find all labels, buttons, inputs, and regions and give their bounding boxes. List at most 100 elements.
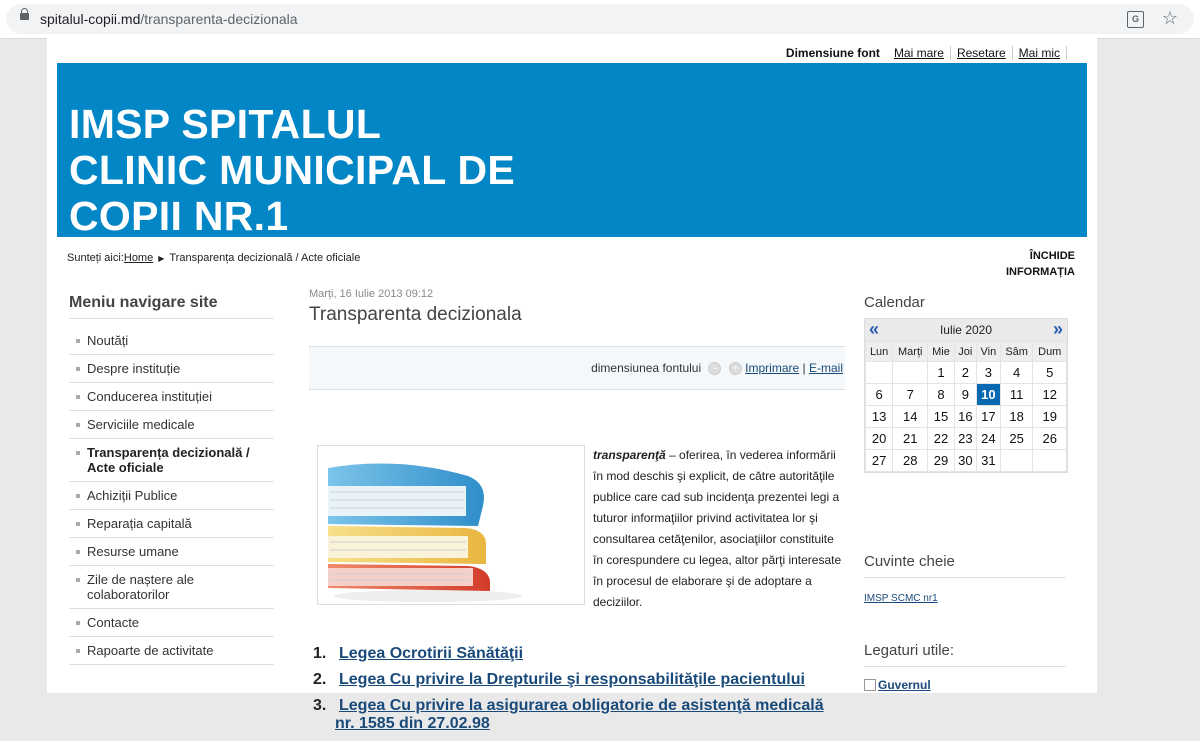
calendar-day[interactable]: 19 <box>1032 405 1067 428</box>
calendar-day[interactable]: 16 <box>953 405 977 428</box>
calendar-day[interactable]: 9 <box>953 383 977 406</box>
link-guvernul[interactable]: Guvernul <box>878 678 931 692</box>
article-image <box>317 445 585 605</box>
nav-item-despre[interactable]: Despre instituție <box>69 355 274 383</box>
close-info-button[interactable]: ÎNCHIDE INFORMAȚIA <box>985 248 1075 280</box>
nav-item-noutati[interactable]: Noutăți <box>69 327 274 355</box>
article-date: Marți, 16 Iulie 2013 09:12 <box>309 288 434 300</box>
calendar-grid: Lun Marți Mie Joi Vin Sâm Dum 1 2 3 4 5 6 7 8 9 10 11 12 1… <box>864 341 1067 472</box>
calendar-weekday: Mie <box>927 341 955 362</box>
nav-item-zile-nastere[interactable]: Zile de naștere ale colaboratorilor <box>69 566 274 609</box>
calendar-day[interactable]: 18 <box>999 405 1034 428</box>
calendar-day[interactable]: 10 <box>975 383 1001 406</box>
font-reset-link[interactable]: Resetare <box>950 46 1013 60</box>
font-bigger-link[interactable]: Mai mare <box>887 46 951 60</box>
calendar-weekday: Joi <box>953 341 977 362</box>
article-paragraph: transparenţă – oferirea, în vederea info… <box>593 448 842 609</box>
calendar-day[interactable]: 24 <box>975 427 1001 450</box>
calendar-empty-cell <box>1032 449 1067 472</box>
calendar-day[interactable]: 30 <box>953 449 977 472</box>
address-bar[interactable]: spitalul-copii.md/transparenta-deciziona… <box>6 4 1194 34</box>
right-sidebar: Calendar « Iulie 2020 » Lun Marți Mie Joi Vi… <box>864 294 1068 694</box>
calendar-day[interactable]: 17 <box>975 405 1001 428</box>
nav-menu-title: Meniu navigare site <box>69 294 274 319</box>
laws-list: 1. Legea Ocrotirii Sănătăţii 2. Legea Cu p… <box>313 645 853 741</box>
nav-item-achizitii[interactable]: Achiziții Publice <box>69 482 274 510</box>
url-text[interactable]: spitalul-copii.md/transparenta-deciziona… <box>40 11 298 27</box>
calendar-day[interactable]: 5 <box>1032 361 1067 384</box>
nav-item-transparenta[interactable]: Transparența decizională / Acte oficiale <box>69 439 274 482</box>
font-smaller-link[interactable]: Mai mic <box>1012 46 1067 60</box>
law-link-3-continued[interactable]: nr. 1585 din 27.02.98 <box>335 715 490 732</box>
broken-image-icon <box>864 678 876 691</box>
calendar-day[interactable]: 15 <box>927 405 955 428</box>
calendar-day[interactable]: 7 <box>892 383 929 406</box>
page: Dimensiune font Mai mare Resetare Mai mic I… <box>47 38 1097 732</box>
breadcrumb: Sunteți aici:Home ▶ Transparența deciziona… <box>67 252 361 264</box>
calendar-title: Calendar <box>864 294 925 311</box>
calendar-day[interactable]: 21 <box>892 427 929 450</box>
calendar-day[interactable]: 6 <box>864 383 894 406</box>
email-link[interactable]: E-mail <box>809 361 843 375</box>
calendar-day[interactable]: 4 <box>999 361 1034 384</box>
useful-links-title: Legaturi utile: <box>864 642 1066 667</box>
calendar-prev-icon[interactable]: « <box>869 319 879 339</box>
calendar-day[interactable]: 1 <box>927 361 955 384</box>
site-title: IMSP SPITALUL CLINIC MUNICIPAL DE COPII NR… <box>69 101 516 239</box>
calendar-next-icon[interactable]: » <box>1053 319 1063 339</box>
breadcrumb-current: Transparența decizională / Acte oficiale <box>169 252 361 264</box>
print-link[interactable]: Imprimare <box>745 361 799 375</box>
calendar-day[interactable]: 8 <box>927 383 955 406</box>
law-link-1[interactable]: Legea Ocrotirii Sănătăţii <box>339 645 523 662</box>
article-title: Transparenta decizionala <box>309 304 522 325</box>
calendar-header: « Iulie 2020 » <box>865 319 1067 341</box>
calendar-day[interactable]: 13 <box>864 405 894 428</box>
calendar-day[interactable]: 29 <box>927 449 955 472</box>
calendar-day[interactable]: 20 <box>864 427 894 450</box>
calendar-day[interactable]: 31 <box>975 449 1001 472</box>
calendar-day[interactable]: 3 <box>975 361 1001 384</box>
nav-item-servicii[interactable]: Serviciile medicale <box>69 411 274 439</box>
calendar-day[interactable]: 23 <box>953 427 977 450</box>
calendar-day[interactable]: 12 <box>1032 383 1067 406</box>
font-size-label: Dimensiune font <box>785 46 880 60</box>
useful-links: Legaturi utile: Guvernul <box>864 642 1066 694</box>
font-increase-icon[interactable]: + <box>728 362 742 376</box>
folders-stack-icon <box>328 463 523 602</box>
keyword-link[interactable]: IMSP SCMC nr1 <box>864 593 938 604</box>
calendar-month: Iulie 2020 <box>939 323 993 337</box>
font-size-bar: Dimensiune font Mai mare Resetare Mai mic <box>786 46 1067 60</box>
calendar-day[interactable]: 27 <box>864 449 894 472</box>
translate-icon[interactable]: G <box>1127 11 1144 28</box>
calendar-day[interactable]: 28 <box>892 449 929 472</box>
calendar-day[interactable]: 14 <box>892 405 929 428</box>
nav-item-reparatia[interactable]: Reparația capitală <box>69 510 274 538</box>
breadcrumb-arrow-icon: ▶ <box>158 254 165 263</box>
law-link-2[interactable]: Legea Cu privire la Drepturile şi respon… <box>339 671 805 688</box>
calendar-day[interactable]: 2 <box>953 361 977 384</box>
nav-item-resurse[interactable]: Resurse umane <box>69 538 274 566</box>
font-decrease-icon[interactable]: − <box>708 362 722 376</box>
calendar-empty-cell <box>892 361 929 384</box>
nav-menu: Meniu navigare site Noutăți Despre insti… <box>69 294 274 665</box>
calendar-weekday: Sâm <box>999 341 1034 362</box>
calendar-weekday: Lun <box>864 341 894 362</box>
nav-item-conducerea[interactable]: Conducerea instituției <box>69 383 274 411</box>
article: Marți, 16 Iulie 2013 09:12 Transparenta … <box>309 288 845 732</box>
nav-item-rapoarte[interactable]: Rapoarte de activitate <box>69 637 274 665</box>
breadcrumb-home-link[interactable]: Home <box>124 252 153 264</box>
calendar: « Iulie 2020 » Lun Marți Mie Joi Vin Sâm Dum 1… <box>864 318 1068 473</box>
bookmark-star-icon[interactable]: ☆ <box>1162 8 1178 29</box>
list-item: 1. Legea Ocrotirii Sănătăţii <box>313 645 524 662</box>
nav-item-contacte[interactable]: Contacte <box>69 609 274 637</box>
calendar-day[interactable]: 25 <box>999 427 1034 450</box>
calendar-day[interactable]: 11 <box>999 383 1034 406</box>
list-item: 2. Legea Cu privire la Drepturile şi resp… <box>313 671 805 688</box>
font-size-toolbar-label: dimensiunea fontului <box>591 361 702 375</box>
list-item: 3. Legea Cu privire la asigurarea obligat… <box>313 697 824 732</box>
law-link-3[interactable]: Legea Cu privire la asigurarea obligator… <box>339 697 824 714</box>
calendar-day[interactable]: 26 <box>1032 427 1067 450</box>
keywords-title: Cuvinte cheie <box>864 553 1066 578</box>
site-banner[interactable]: IMSP SPITALUL CLINIC MUNICIPAL DE COPII NR… <box>57 63 1087 239</box>
calendar-day[interactable]: 22 <box>927 427 955 450</box>
